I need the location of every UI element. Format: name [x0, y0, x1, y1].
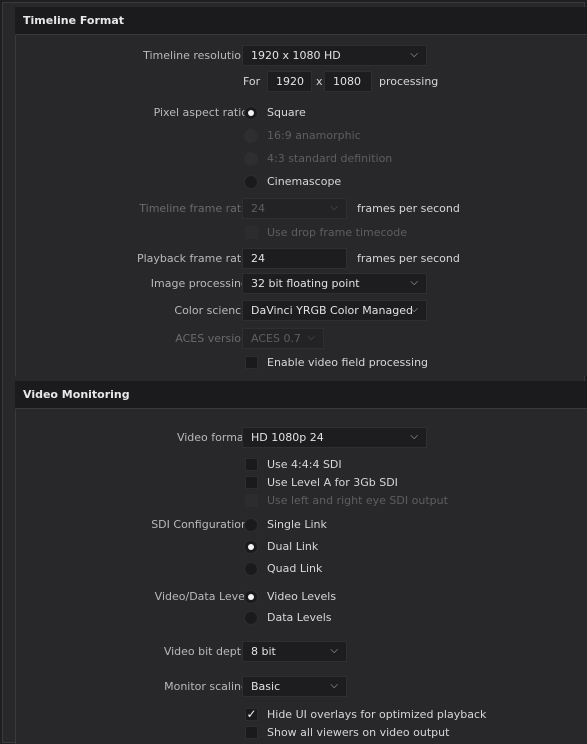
chevron-down-icon: ⌵: [410, 304, 418, 315]
drop-frame-label: Use drop frame timecode: [267, 226, 408, 239]
video-bit-depth-dropdown[interactable]: 8 bit ⌵: [242, 641, 347, 662]
timeline-resolution-dropdown[interactable]: 1920 x 1080 HD ⌵: [242, 45, 427, 66]
chevron-down-icon: ⌵: [410, 431, 418, 442]
radio-4-3-standard: [244, 152, 258, 166]
timeline-frame-rate-unit: frames per second: [357, 202, 460, 215]
image-processing-value: 32 bit floating point: [251, 277, 360, 290]
resolution-x-label: x: [316, 75, 323, 88]
aces-version-value: ACES 0.7: [251, 332, 301, 345]
timeline-format-header: Timeline Format: [15, 7, 587, 35]
video-monitoring-section: Video format HD 1080p 24 ⌵ Use 4:4:4 SDI…: [15, 410, 587, 744]
data-levels-label: Data Levels: [267, 611, 332, 624]
timeline-frame-rate-dropdown: 24 ⌵: [242, 198, 347, 219]
timeline-resolution-value: 1920 x 1080 HD: [251, 49, 341, 62]
playback-frame-rate-unit: frames per second: [357, 252, 460, 265]
chevron-down-icon: ⌵: [307, 332, 315, 343]
resolution-width-input[interactable]: 1920: [267, 71, 312, 92]
use-level-a-checkbox[interactable]: [245, 476, 258, 489]
show-all-viewers-checkbox[interactable]: [245, 726, 258, 739]
chevron-down-icon: ⌵: [410, 277, 418, 288]
aces-version-dropdown: ACES 0.7 ⌵: [242, 328, 324, 349]
single-link-label: Single Link: [267, 518, 327, 531]
radio-dual-link[interactable]: [244, 540, 258, 554]
radio-cinemascope[interactable]: [244, 175, 258, 189]
video-field-processing-label: Enable video field processing: [267, 356, 429, 369]
left-right-eye-sdi-checkbox: [245, 494, 258, 507]
sdi-configuration-label: SDI Configuration: [151, 518, 248, 531]
timeline-resolution-label: Timeline resolution: [143, 49, 248, 62]
radio-data-levels[interactable]: [244, 611, 258, 625]
color-science-label: Color science: [174, 304, 248, 317]
monitor-scaling-dropdown[interactable]: Basic ⌵: [242, 676, 347, 697]
hide-ui-overlays-label: Hide UI overlays for optimized playback: [267, 708, 487, 721]
color-science-dropdown[interactable]: DaVinci YRGB Color Managed ⌵: [242, 300, 427, 321]
chevron-down-icon: ⌵: [330, 645, 338, 656]
hide-ui-overlays-checkbox[interactable]: ✓: [245, 708, 258, 721]
timeline-format-title: Timeline Format: [23, 14, 125, 27]
pixel-aspect-ratio-label: Pixel aspect ratio: [153, 106, 248, 119]
anamorphic-option-label: 16:9 anamorphic: [267, 129, 361, 142]
video-format-value: HD 1080p 24: [251, 431, 324, 444]
use-444-sdi-label: Use 4:4:4 SDI: [267, 458, 342, 471]
show-all-viewers-label: Show all viewers on video output: [267, 726, 450, 739]
video-field-processing-checkbox[interactable]: [245, 356, 258, 369]
timeline-frame-rate-label: Timeline frame rate: [139, 202, 248, 215]
video-data-level-label: Video/Data Level: [154, 590, 248, 603]
radio-16-9-anamorphic: [244, 129, 258, 143]
dual-link-label: Dual Link: [267, 540, 319, 553]
video-monitoring-header: Video Monitoring: [15, 381, 587, 409]
use-444-sdi-checkbox[interactable]: [245, 458, 258, 471]
timeline-format-section: Timeline resolution 1920 x 1080 HD ⌵ For…: [15, 36, 587, 376]
video-bit-depth-value: 8 bit: [251, 645, 276, 658]
radio-single-link[interactable]: [244, 518, 258, 532]
checkmark-icon: ✓: [246, 707, 257, 721]
chevron-down-icon: ⌵: [410, 49, 418, 60]
standard-definition-option-label: 4:3 standard definition: [267, 152, 393, 165]
radio-square[interactable]: [244, 106, 258, 120]
left-right-eye-sdi-label: Use left and right eye SDI output: [267, 494, 448, 507]
video-levels-label: Video Levels: [267, 590, 337, 603]
playback-frame-rate-label: Playback frame rate: [136, 252, 248, 265]
cinemascope-option-label: Cinemascope: [267, 175, 342, 188]
quad-link-label: Quad Link: [267, 562, 323, 575]
aces-version-label: ACES version: [175, 332, 248, 345]
radio-video-levels[interactable]: [244, 590, 258, 604]
video-format-dropdown[interactable]: HD 1080p 24 ⌵: [242, 427, 427, 448]
radio-quad-link[interactable]: [244, 562, 258, 576]
monitor-scaling-label: Monitor scaling: [164, 680, 248, 693]
project-settings-panel: Timeline Format Timeline resolution 1920…: [2, 2, 587, 744]
resolution-height-input[interactable]: 1080: [324, 71, 372, 92]
video-bit-depth-label: Video bit depth: [163, 645, 248, 658]
drop-frame-checkbox: [245, 226, 258, 239]
video-format-label: Video format: [176, 431, 248, 444]
chevron-down-icon: ⌵: [330, 202, 338, 213]
color-science-value: DaVinci YRGB Color Managed: [251, 304, 413, 317]
playback-frame-rate-input[interactable]: 24: [242, 248, 347, 269]
processing-label: processing: [379, 75, 439, 88]
video-monitoring-title: Video Monitoring: [23, 388, 130, 401]
image-processing-label: Image processing: [150, 277, 248, 290]
chevron-down-icon: ⌵: [330, 680, 338, 691]
timeline-frame-rate-value: 24: [251, 202, 265, 215]
monitor-scaling-value: Basic: [251, 680, 281, 693]
for-label: For: [243, 75, 261, 88]
use-level-a-label: Use Level A for 3Gb SDI: [267, 476, 398, 489]
image-processing-dropdown[interactable]: 32 bit floating point ⌵: [242, 273, 427, 294]
square-option-label: Square: [267, 106, 306, 119]
